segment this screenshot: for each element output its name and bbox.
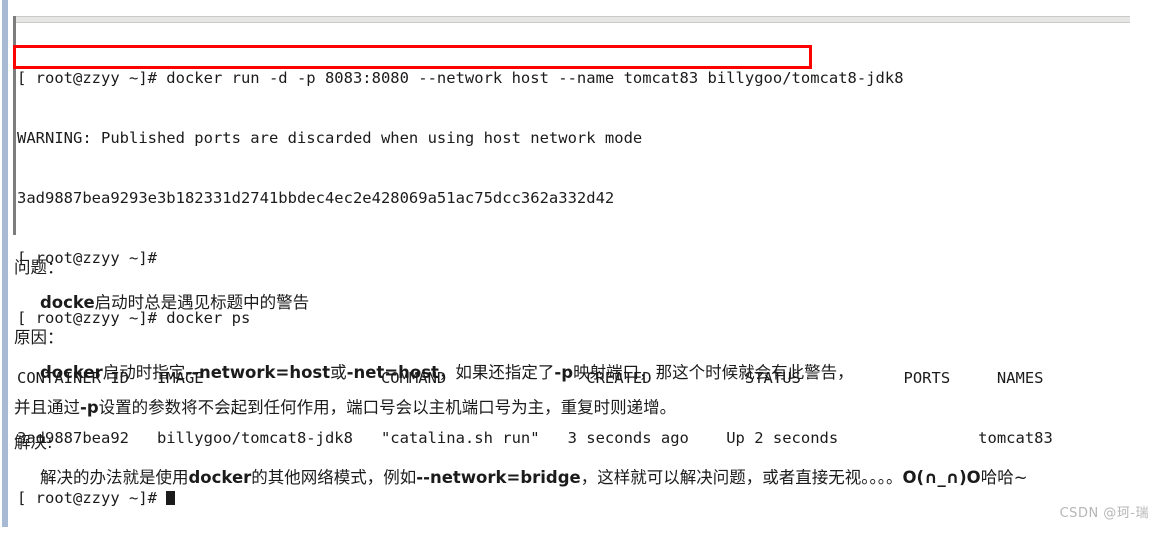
solution-emoticon: O(∩_∩)O: [902, 468, 981, 487]
terminal-horizontal-scrollbar[interactable]: [13, 16, 1130, 23]
cause-p-flag: -p: [554, 363, 574, 382]
terminal-left-gutter: [13, 16, 16, 235]
cause-text-1: 启动时指定: [102, 363, 186, 382]
terminal-line-docker-run: [ root@zzyy ~]# docker run -d -p 8083:80…: [17, 69, 904, 87]
solution-text-4: 哈哈~: [980, 468, 1028, 487]
terminal-screenshot: [ root@zzyy ~]# docker run -d -p 8083:80…: [13, 16, 1133, 507]
problem-body-bold: docke: [40, 293, 95, 312]
cause-net-host-flag: -net=host: [346, 363, 439, 382]
solution-docker-keyword: docker: [188, 468, 252, 487]
solution-heading: 解决:: [14, 433, 53, 452]
cause-line-2: 并且通过-p设置的参数将不会起到任何作用，端口号会以主机端口号为主，重复时则递增…: [14, 390, 1134, 425]
cause-text-4: 映射端口，那这个时候就会有此警告，: [573, 363, 854, 382]
cause2-text-2: 设置的参数将不会起到任何作用，端口号会以主机端口号为主，重复时则递增。: [98, 398, 677, 417]
cause-network-host-flag: --network=host: [185, 363, 331, 382]
page-left-edge-band: [2, 0, 8, 527]
solution-network-bridge-flag: --network=bridge: [416, 468, 581, 487]
problem-heading: 问题：: [14, 258, 64, 277]
cause-text-2: 或: [330, 363, 347, 382]
solution-line: 解决的办法就是使用docker的其他网络模式，例如--network=bridg…: [14, 460, 1134, 495]
problem-body-rest: 启动时总是遇见标题中的警告: [94, 293, 310, 312]
cause-text-3: ，如果还指定了: [438, 363, 555, 382]
cause-docker-keyword: docker: [40, 363, 103, 382]
solution-text-1: 解决的办法就是使用: [40, 468, 189, 487]
cause2-p-flag: -p: [80, 398, 99, 417]
explanation-text: 问题： docke启动时总是遇见标题中的警告 原因： docker启动时指定--…: [14, 250, 1134, 495]
terminal-line-warning: WARNING: Published ports are discarded w…: [17, 129, 643, 147]
solution-text-2: 的其他网络模式，例如: [251, 468, 417, 487]
cause-line-1: docker启动时指定--network=host或-net=host，如果还指…: [14, 355, 1134, 390]
cause2-text-1: 并且通过: [14, 398, 80, 417]
terminal-line-container-id: 3ad9887bea9293e3b182331d2741bbdec4ec2e42…: [17, 189, 615, 207]
problem-body: docke启动时总是遇见标题中的警告: [14, 285, 1134, 320]
solution-text-3: ，这样就可以解决问题，或者直接无视。。。。: [580, 468, 903, 487]
cause-heading: 原因：: [14, 328, 64, 347]
csdn-watermark: CSDN @珂-瑞: [1059, 506, 1149, 521]
